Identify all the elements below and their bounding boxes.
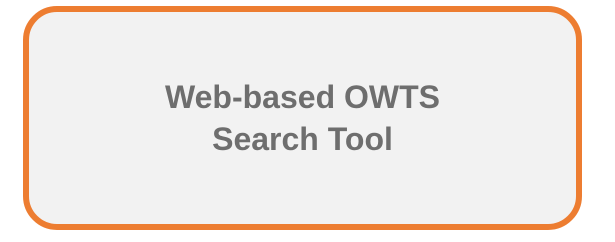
box-label-line-1: Web-based OWTS (165, 79, 440, 115)
tool-label-box: Web-based OWTS Search Tool (23, 6, 582, 230)
box-label-line-2: Search Tool (212, 121, 393, 157)
